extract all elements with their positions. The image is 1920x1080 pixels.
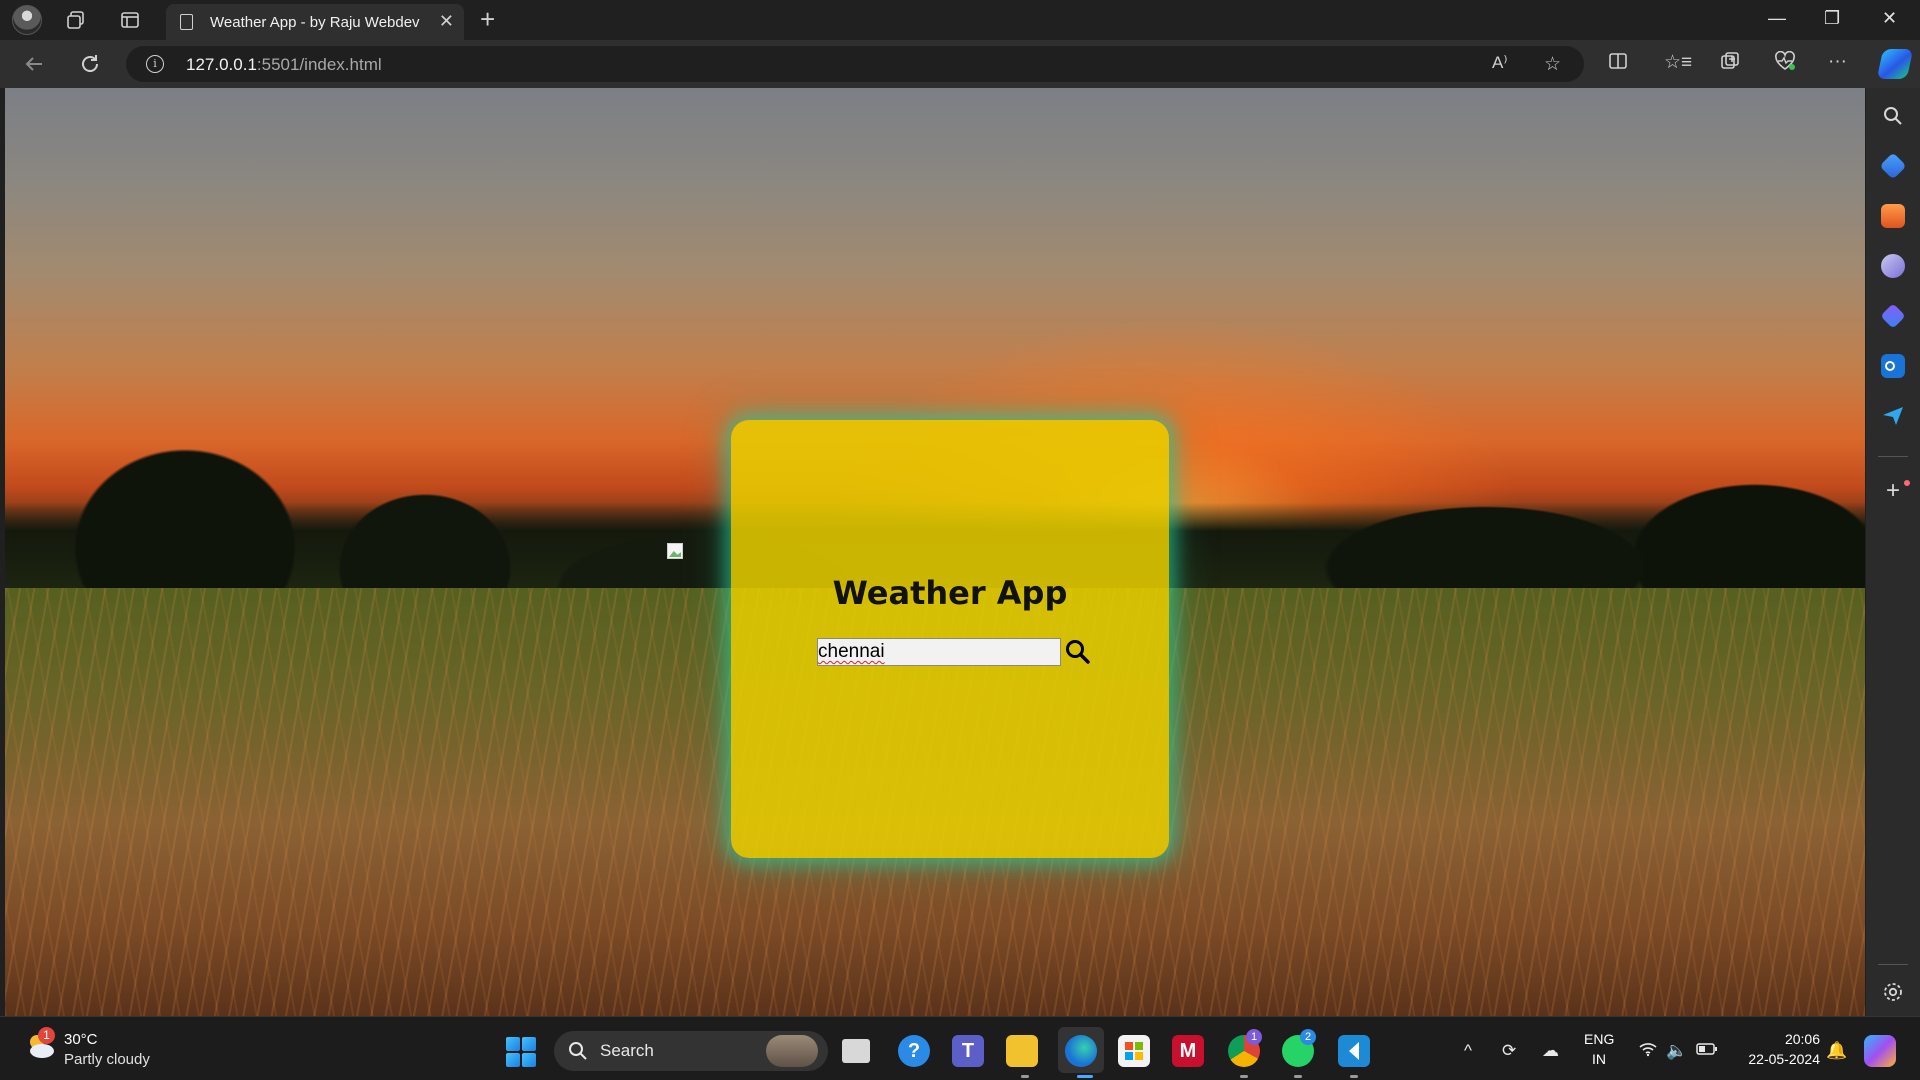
- onedrive-icon[interactable]: ☁: [1542, 1041, 1559, 1061]
- sidebar-divider: [1878, 456, 1908, 457]
- back-icon[interactable]: [20, 50, 48, 78]
- favorites-icon[interactable]: ☆≡: [1664, 51, 1692, 74]
- tab-actions-icon[interactable]: [118, 8, 142, 32]
- page-title: Weather App: [832, 574, 1068, 612]
- show-hidden-icons-chevron-icon[interactable]: ^: [1464, 1041, 1472, 1061]
- favorite-star-icon[interactable]: ☆: [1544, 53, 1561, 76]
- search-button[interactable]: [1064, 638, 1092, 666]
- browser-titlebar: Weather App - by Raju Webdev ✕ + — ❐ ✕: [0, 0, 1920, 40]
- region-indicator[interactable]: IN: [1592, 1051, 1606, 1067]
- microsoft-store-icon[interactable]: [1118, 1035, 1150, 1067]
- read-aloud-icon[interactable]: A⁾: [1492, 53, 1508, 73]
- outlook-icon[interactable]: [1881, 354, 1905, 378]
- profile-avatar[interactable]: [12, 5, 42, 35]
- settings-more-icon[interactable]: ···: [1828, 51, 1847, 73]
- running-indicator: [1294, 1075, 1302, 1078]
- sidebar-search-icon[interactable]: [1881, 104, 1905, 128]
- restore-button[interactable]: ❐: [1824, 8, 1840, 29]
- file-explorer-icon[interactable]: [1006, 1035, 1038, 1067]
- site-info-icon[interactable]: i: [146, 55, 164, 73]
- battery-icon[interactable]: [1696, 1041, 1718, 1061]
- taskbar-search-box[interactable]: Search: [554, 1031, 828, 1071]
- clock-time[interactable]: 20:06: [1760, 1031, 1820, 1047]
- language-indicator[interactable]: ENG: [1584, 1031, 1614, 1047]
- search-highlight-image: [766, 1035, 818, 1067]
- tab-close-button[interactable]: ✕: [439, 11, 454, 32]
- workspaces-icon[interactable]: [64, 8, 88, 32]
- search-icon: [569, 1042, 587, 1060]
- microsoft365-icon[interactable]: [1880, 303, 1906, 329]
- sync-icon[interactable]: ⟳: [1502, 1041, 1516, 1061]
- address-bar[interactable]: i 127.0.0.1:5501/index.html A⁾ ☆: [126, 46, 1584, 82]
- running-indicator: [1350, 1075, 1358, 1078]
- running-indicator-active: [1077, 1075, 1093, 1078]
- chrome-badge: 1: [1246, 1029, 1262, 1045]
- search-icon: [1066, 640, 1090, 664]
- edge-browser-icon[interactable]: [1065, 1035, 1097, 1067]
- taskbar-search-label: Search: [600, 1041, 654, 1060]
- games-icon[interactable]: [1881, 254, 1905, 278]
- weather-card: Weather App chennai: [731, 420, 1169, 858]
- refresh-icon[interactable]: [76, 50, 104, 78]
- browser-essentials-icon[interactable]: [1774, 50, 1796, 77]
- tab-active[interactable]: Weather App - by Raju Webdev ✕: [166, 4, 464, 40]
- minimize-button[interactable]: —: [1768, 8, 1786, 29]
- vscode-icon[interactable]: [1338, 1035, 1370, 1067]
- windows-taskbar: 1 30°C Partly cloudy Search ? T M 1 2 ^ …: [0, 1016, 1920, 1080]
- weather-description[interactable]: Partly cloudy: [64, 1051, 150, 1068]
- close-window-button[interactable]: ✕: [1882, 8, 1897, 29]
- page-viewport: Weather App chennai: [5, 88, 1865, 1016]
- sidebar-settings-icon[interactable]: [1881, 980, 1905, 1004]
- task-view-icon[interactable]: [842, 1039, 870, 1063]
- running-indicator: [1021, 1075, 1029, 1078]
- browser-toolbar: i 127.0.0.1:5501/index.html A⁾ ☆ ☆≡ ···: [0, 40, 1920, 88]
- shopping-tag-icon[interactable]: [1879, 152, 1907, 180]
- mcafee-icon[interactable]: M: [1172, 1035, 1204, 1067]
- whatsapp-badge: 2: [1300, 1029, 1316, 1045]
- notification-bell-icon[interactable]: 🔔: [1826, 1041, 1847, 1061]
- collections-icon[interactable]: [1720, 51, 1740, 77]
- help-app-icon[interactable]: ?: [898, 1035, 930, 1067]
- weather-badge: 1: [38, 1027, 55, 1044]
- url-text[interactable]: 127.0.0.1:5501/index.html: [186, 55, 382, 75]
- clock-date[interactable]: 22-05-2024: [1736, 1051, 1820, 1067]
- notification-dot: [1904, 480, 1910, 486]
- send-drop-icon[interactable]: [1881, 404, 1905, 428]
- new-tab-button[interactable]: +: [480, 4, 495, 35]
- page-icon: [180, 14, 193, 30]
- teams-icon[interactable]: T: [952, 1035, 984, 1067]
- weather-temperature[interactable]: 30°C: [64, 1031, 98, 1048]
- add-sidebar-app-icon[interactable]: +: [1881, 479, 1905, 504]
- tools-briefcase-icon[interactable]: [1881, 204, 1905, 228]
- volume-icon[interactable]: 🔈: [1666, 1041, 1687, 1061]
- start-button[interactable]: [506, 1037, 536, 1067]
- running-indicator: [1240, 1075, 1248, 1078]
- wifi-icon[interactable]: [1638, 1041, 1658, 1062]
- copilot-taskbar-icon[interactable]: [1864, 1035, 1896, 1067]
- tab-title: Weather App - by Raju Webdev: [210, 14, 420, 31]
- broken-image-icon: [667, 543, 687, 561]
- city-search-input[interactable]: chennai: [817, 638, 1061, 666]
- split-screen-icon[interactable]: [1608, 51, 1628, 77]
- sidebar-divider-bottom: [1878, 964, 1908, 965]
- edge-sidebar: +: [1866, 88, 1920, 1016]
